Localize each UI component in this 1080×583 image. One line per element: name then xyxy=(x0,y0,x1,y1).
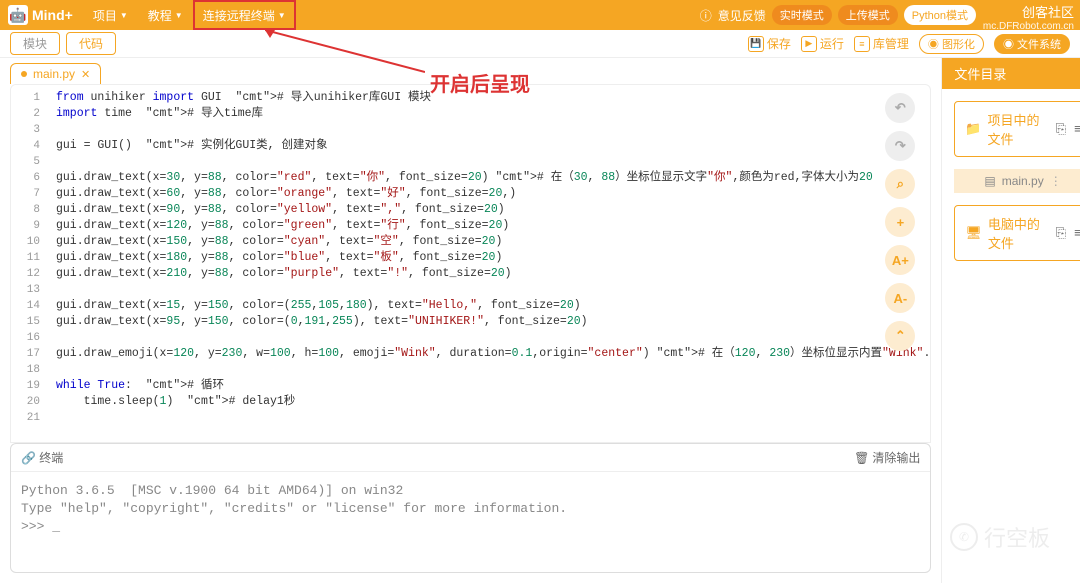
blocks-tab[interactable]: 模块 xyxy=(10,32,60,55)
font-dec-button[interactable]: A- xyxy=(885,283,915,313)
save-button[interactable]: 💾保存 xyxy=(748,35,791,52)
graph-button[interactable]: ◉ 图形化 xyxy=(919,34,984,54)
zoom-in-button[interactable]: + xyxy=(885,207,915,237)
run-button[interactable]: ▶运行 xyxy=(801,35,844,52)
menu-tutorial[interactable]: 教程▼ xyxy=(138,0,193,30)
menu-icon[interactable]: ≡ xyxy=(1074,225,1080,241)
terminal-title: 终端 xyxy=(39,449,63,466)
left-panel: main.py ✕ 123456789101112131415161718192… xyxy=(0,58,942,583)
undo-button[interactable]: ↶ xyxy=(885,93,915,123)
line-gutter: 123456789101112131415161718192021 xyxy=(11,85,46,442)
clear-output-button[interactable]: 🗑清除输出 xyxy=(854,449,920,466)
topbar: 🤖 Mind+ 项目▼ 教程▼ 连接远程终端▼ ⓘ 意见反馈 实时模式 上传模式… xyxy=(0,0,1080,30)
font-inc-button[interactable]: A+ xyxy=(885,245,915,275)
right-panel: 文件目录 ⟳ 📁 项目中的文件 ⎘≡ ▤ main.py ⋮ 🖥 电脑中的文件 … xyxy=(942,58,1080,583)
file-tab-main[interactable]: main.py ✕ xyxy=(10,63,101,84)
folder-icon: 📁 xyxy=(965,121,981,137)
file-dot-icon xyxy=(21,71,27,77)
wechat-icon: ✆ xyxy=(950,523,978,551)
logo-text: Mind+ xyxy=(32,7,73,23)
sidebar-header: 文件目录 ⟳ xyxy=(942,58,1080,89)
file-tab-name: main.py xyxy=(33,67,75,81)
project-files-section[interactable]: 📁 项目中的文件 ⎘≡ xyxy=(954,101,1080,157)
terminal: 🔗 终端 🗑清除输出 Python 3.6.5 [MSC v.1900 64 b… xyxy=(10,443,931,573)
watermark: ✆ 行空板 xyxy=(950,521,1050,553)
more-icon[interactable]: ⋮ xyxy=(1050,174,1063,188)
editor-side-buttons: ↶ ↷ ⌕ + A+ A- ⌃ xyxy=(885,93,915,351)
file-list-item[interactable]: ▤ main.py ⋮ xyxy=(954,169,1080,193)
menu-connect-terminal[interactable]: 连接远程终端▼ xyxy=(193,0,296,30)
save-icon: 💾 xyxy=(748,36,764,52)
main: main.py ✕ 123456789101112131415161718192… xyxy=(0,58,1080,583)
upload-mode-button[interactable]: 上传模式 xyxy=(838,5,898,25)
sidebar-title: 文件目录 xyxy=(954,64,1006,83)
toolbar: 模块 代码 💾保存 ▶运行 ≡库管理 ◉ 图形化 ◉ 文件系统 xyxy=(0,30,1080,58)
new-file-icon[interactable]: ⎘ xyxy=(1056,225,1066,241)
play-icon: ▶ xyxy=(801,36,817,52)
terminal-header: 🔗 终端 🗑清除输出 xyxy=(11,444,930,472)
menu-icon[interactable]: ≡ xyxy=(1074,121,1080,137)
computer-files-section[interactable]: 🖥 电脑中的文件 ⎘≡ xyxy=(954,205,1080,261)
new-file-icon[interactable]: ⎘ xyxy=(1056,121,1066,137)
search-button[interactable]: ⌕ xyxy=(885,169,915,199)
lib-icon: ≡ xyxy=(854,36,870,52)
realtime-mode-button[interactable]: 实时模式 xyxy=(772,5,832,25)
redo-button[interactable]: ↷ xyxy=(885,131,915,161)
feedback-link[interactable]: 意见反馈 xyxy=(718,7,766,24)
code-tab[interactable]: 代码 xyxy=(66,32,116,55)
computer-icon: 🖥 xyxy=(965,225,982,241)
logo-icon: 🤖 xyxy=(8,5,28,25)
link-icon: 🔗 xyxy=(21,451,36,465)
annotation-text: 开启后呈现 xyxy=(430,68,530,97)
feedback-icon: ⓘ xyxy=(700,7,712,24)
lib-button[interactable]: ≡库管理 xyxy=(854,35,909,52)
collapse-button[interactable]: ⌃ xyxy=(885,321,915,351)
corner-link[interactable]: 创客社区 mc.DFRobot.com.cn xyxy=(983,2,1074,32)
filesys-button[interactable]: ◉ 文件系统 xyxy=(994,34,1070,54)
file-icon: ▤ xyxy=(984,174,995,188)
terminal-body[interactable]: Python 3.6.5 [MSC v.1900 64 bit AMD64)] … xyxy=(11,472,930,572)
annotation-arrow xyxy=(265,30,425,75)
code-content[interactable]: from unihiker import GUI "cmt"># 导入unihi… xyxy=(46,85,930,442)
close-icon[interactable]: ✕ xyxy=(81,68,90,81)
code-editor[interactable]: 123456789101112131415161718192021 from u… xyxy=(10,84,931,443)
logo: 🤖 Mind+ xyxy=(8,5,73,25)
menu-project[interactable]: 项目▼ xyxy=(83,0,138,30)
trash-icon: 🗑 xyxy=(854,451,869,465)
python-mode-button[interactable]: Python模式 xyxy=(904,5,976,25)
